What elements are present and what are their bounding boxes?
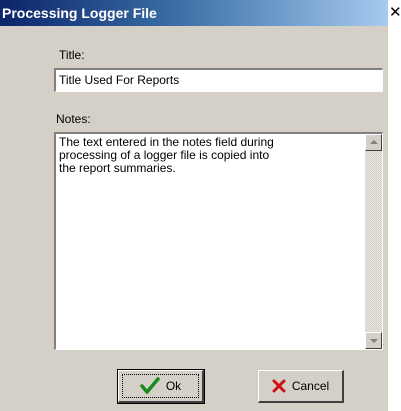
ok-button-content: Ok bbox=[119, 371, 202, 401]
notes-label: Notes: bbox=[56, 112, 91, 126]
cancel-button-label: Cancel bbox=[291, 379, 330, 393]
cancel-button-content: Cancel bbox=[259, 371, 342, 401]
window-title: Processing Logger File bbox=[2, 5, 157, 21]
title-bar[interactable]: Processing Logger File bbox=[0, 0, 388, 26]
scroll-up-button[interactable] bbox=[365, 134, 382, 151]
arrow-up-icon bbox=[370, 140, 378, 144]
scroll-down-button[interactable] bbox=[365, 332, 382, 349]
dialog-window: Processing Logger File ✕ Title: Title Us… bbox=[0, 0, 401, 411]
notes-text[interactable]: The text entered in the notes field duri… bbox=[59, 136, 359, 175]
notes-scrollbar[interactable] bbox=[365, 134, 382, 349]
ok-button-label: Ok bbox=[165, 379, 182, 393]
cancel-button[interactable]: Cancel bbox=[258, 370, 344, 403]
close-icon[interactable]: ✕ bbox=[389, 3, 401, 21]
title-label: Title: bbox=[59, 48, 85, 62]
arrow-down-icon bbox=[370, 339, 378, 343]
x-icon bbox=[272, 379, 286, 393]
ok-button[interactable]: Ok bbox=[117, 369, 205, 404]
title-field[interactable]: Title Used For Reports bbox=[54, 68, 383, 92]
notes-field[interactable]: The text entered in the notes field duri… bbox=[54, 132, 383, 350]
check-icon bbox=[140, 377, 160, 395]
